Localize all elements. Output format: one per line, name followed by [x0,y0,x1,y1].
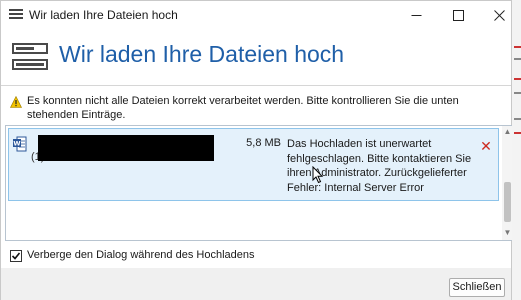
upload-dialog: Wir laden Ihre Dateien hoch Wir laden Ih… [0,0,513,300]
maximize-icon [452,9,464,21]
warning-icon [10,95,22,108]
divider [1,85,511,86]
window-title: Wir laden Ihre Dateien hoch [29,8,178,22]
remove-file-button[interactable]: ✕ [479,139,493,153]
warning-message: Es konnten nicht alle Dateien korrekt ve… [27,95,459,121]
redacted-file-name [38,135,214,161]
file-size: 5,8 MB [246,137,281,149]
hide-dialog-checkbox[interactable] [10,250,22,262]
svg-text:W: W [13,140,20,148]
background-window-edge [512,0,521,300]
upload-progress-icon [12,43,48,71]
scroll-thumb[interactable] [504,182,511,222]
file-list-item[interactable]: W (1).docx 5,8 MB Das Hochladen ist uner… [8,128,499,201]
title-bar[interactable]: Wir laden Ihre Dateien hoch [1,1,511,29]
app-icon [9,9,23,20]
maximize-button[interactable] [439,1,477,29]
close-button[interactable]: Schließen [449,278,505,297]
close-icon [493,9,505,21]
word-document-icon: W [13,136,27,152]
page-title: Wir laden Ihre Dateien hoch [59,41,345,67]
hide-dialog-label[interactable]: Verberge den Dialog während des Hochlade… [27,249,255,261]
mouse-cursor-icon [312,165,324,184]
footer-bar [1,268,511,300]
file-list[interactable]: W (1).docx 5,8 MB Das Hochladen ist uner… [5,125,513,241]
checkmark-icon [11,252,21,260]
minimize-button[interactable] [397,1,435,29]
minimize-icon [411,14,421,16]
